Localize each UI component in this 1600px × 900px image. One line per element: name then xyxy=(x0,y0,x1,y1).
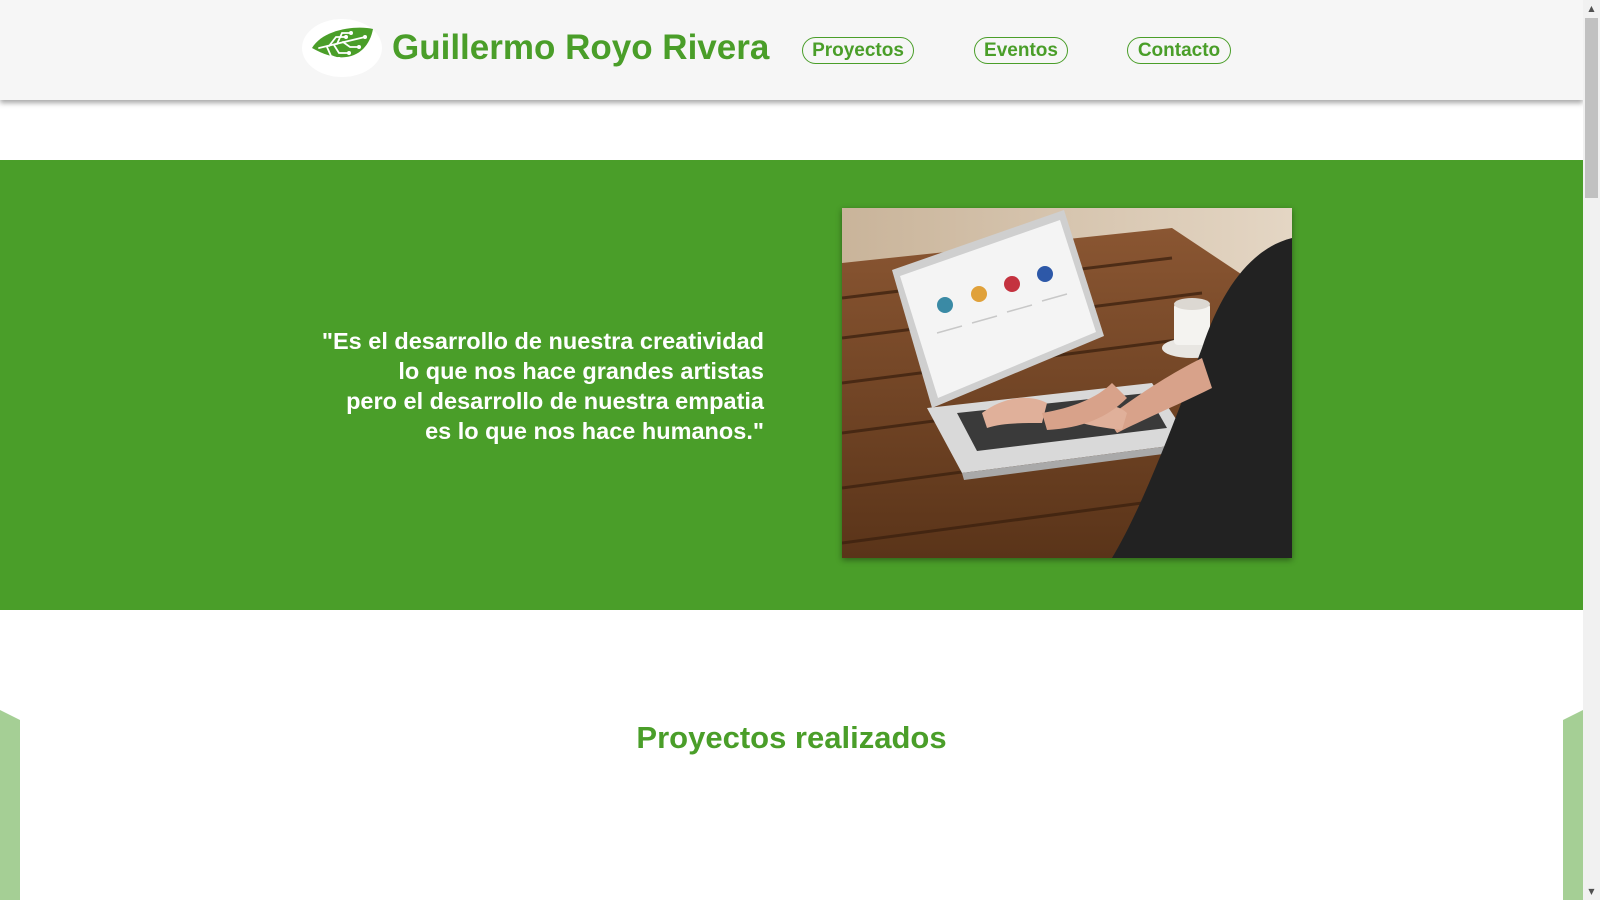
scrollbar-thumb[interactable] xyxy=(1585,18,1598,198)
nav-proyectos-link[interactable]: Proyectos xyxy=(802,37,914,64)
quote-line: "Es el desarrollo de nuestra creatividad xyxy=(321,328,764,354)
quote-line: es lo que nos hace humanos." xyxy=(425,418,764,444)
scroll-down-arrow-icon[interactable]: ▼ xyxy=(1583,883,1600,900)
projects-section-title: Proyectos realizados xyxy=(636,720,947,755)
circuit-leaf-icon[interactable] xyxy=(302,19,382,77)
page: Guillermo Royo Rivera Proyectos Eventos … xyxy=(0,0,1600,900)
person-using-laptop-photo xyxy=(842,208,1292,558)
hero-quote: "Es el desarrollo de nuestra creatividad… xyxy=(300,326,764,446)
nav-contacto-link[interactable]: Contacto xyxy=(1127,37,1231,64)
scroll-up-arrow-icon[interactable]: ▲ xyxy=(1583,0,1600,17)
decorative-shape-right xyxy=(1563,710,1583,900)
site-title[interactable]: Guillermo Royo Rivera xyxy=(392,28,769,68)
vertical-scrollbar[interactable]: ▲ ▼ xyxy=(1583,0,1600,900)
quote-line: lo que nos hace grandes artistas xyxy=(398,358,764,384)
site-header: Guillermo Royo Rivera Proyectos Eventos … xyxy=(0,0,1583,100)
nav-eventos-link[interactable]: Eventos xyxy=(974,37,1068,64)
hero-banner: "Es el desarrollo de nuestra creatividad… xyxy=(0,160,1583,610)
quote-line: pero el desarrollo de nuestra empatia xyxy=(346,388,764,414)
